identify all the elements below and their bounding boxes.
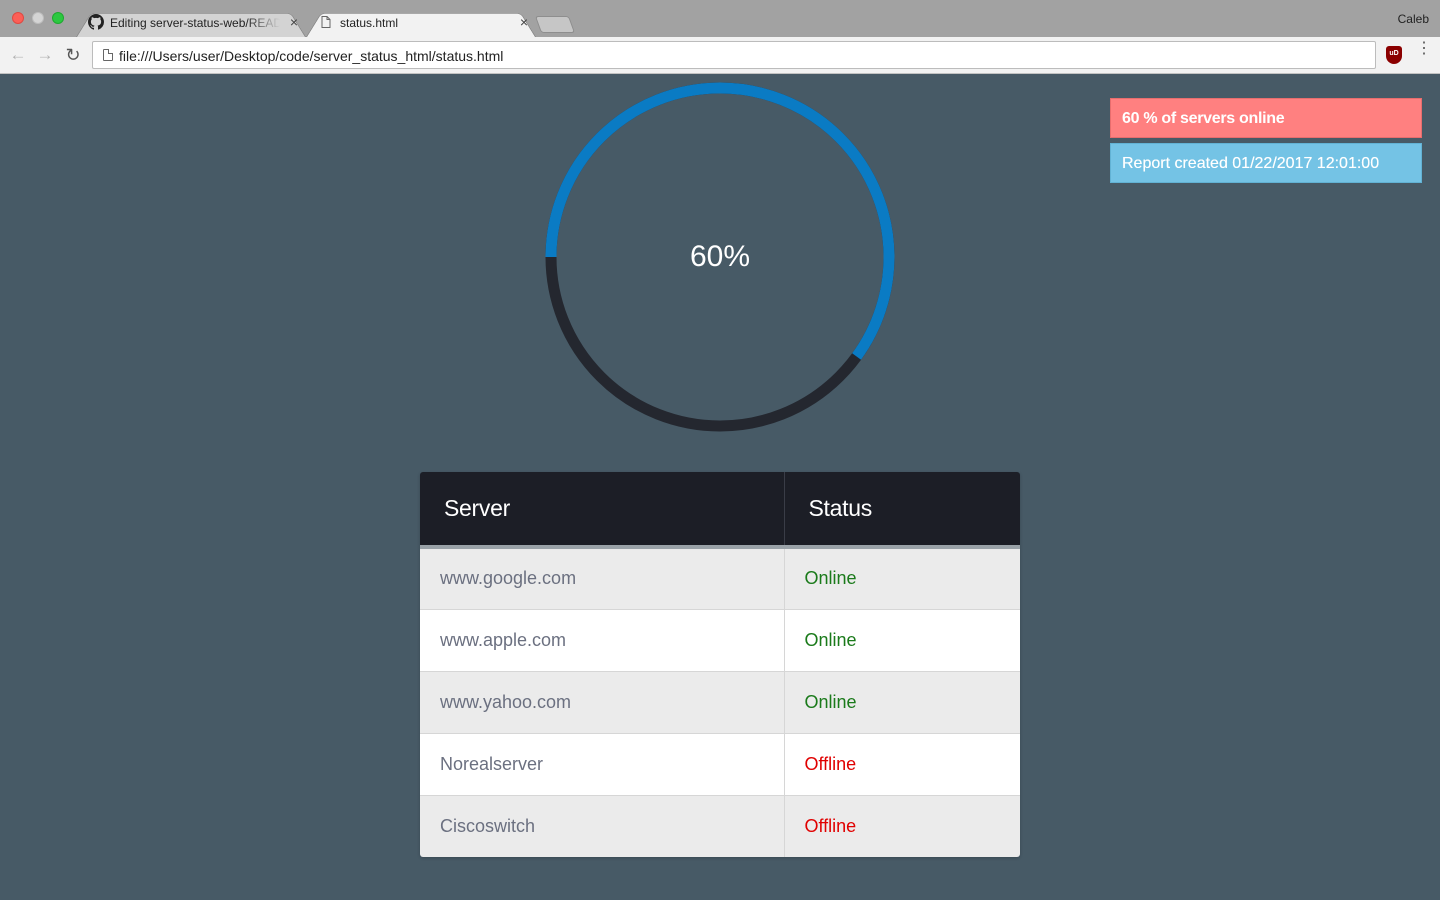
server-name-cell: www.google.com	[420, 547, 785, 609]
browser-toolbar: ← → ↻ file:///Users/user/Desktop/code/se…	[0, 37, 1440, 74]
status-column-header: Status	[808, 495, 873, 521]
status-cell: Online	[784, 670, 1020, 733]
status-cell: Online	[804, 568, 857, 589]
browser-titlebar: Editing server-status-web/README.md × st…	[0, 0, 1440, 37]
table-header-row: Server Status	[420, 472, 1020, 547]
server-name-cell: www.apple.com	[420, 608, 785, 671]
table-row: www.yahoo.com Online	[420, 670, 1020, 733]
tab-title: status.html	[340, 16, 399, 30]
server-column-header: Server	[420, 472, 785, 547]
status-cell: Offline	[784, 732, 1020, 795]
server-name-cell: Norealserver	[420, 732, 785, 795]
github-icon	[88, 14, 104, 30]
report-created-alert: Report created 01/22/2017 12:01:00	[1110, 143, 1422, 183]
forward-arrow-icon[interactable]: →	[35, 45, 55, 65]
gauge-percentage-label: 60%	[689, 240, 751, 273]
page-icon	[103, 49, 113, 61]
table-row: Ciscoswitch Offline	[420, 794, 1020, 857]
profile-name[interactable]: Caleb	[1398, 12, 1429, 26]
page-icon	[318, 14, 334, 30]
table-row: www.google.com Online	[420, 547, 1020, 609]
server-name-cell: Ciscoswitch	[420, 794, 785, 857]
new-tab-button[interactable]	[534, 16, 576, 33]
browser-menu-icon[interactable]: ⋮	[1416, 41, 1432, 57]
server-status-table: Server Status www.google.com Online www.…	[420, 472, 1020, 857]
tab-title: Editing server-status-web/README.md	[110, 16, 280, 30]
browser-tab-status[interactable]: status.html ×	[306, 8, 536, 37]
ublock-extension-icon[interactable]: uD	[1386, 46, 1402, 64]
back-arrow-icon[interactable]: ←	[8, 45, 28, 65]
address-bar[interactable]: file:///Users/user/Desktop/code/server_s…	[92, 41, 1376, 69]
table-row: Norealserver Offline	[420, 732, 1020, 795]
status-cell: Online	[784, 608, 1020, 671]
browser-tab-readme[interactable]: Editing server-status-web/README.md ×	[76, 8, 306, 37]
online-percentage-gauge: 60%	[545, 82, 895, 432]
window-maximize-button[interactable]	[52, 12, 64, 24]
status-cell: Offline	[784, 794, 1020, 857]
close-tab-icon[interactable]: ×	[520, 15, 528, 29]
close-tab-icon[interactable]: ×	[290, 15, 298, 29]
server-name-cell: www.yahoo.com	[420, 670, 785, 733]
reload-icon[interactable]: ↻	[63, 45, 83, 65]
window-minimize-button[interactable]	[32, 12, 44, 24]
window-close-button[interactable]	[12, 12, 24, 24]
table-row: www.apple.com Online	[420, 608, 1020, 671]
url-text[interactable]: file:///Users/user/Desktop/code/server_s…	[119, 48, 503, 64]
servers-online-alert: 60 % of servers online	[1110, 98, 1422, 138]
